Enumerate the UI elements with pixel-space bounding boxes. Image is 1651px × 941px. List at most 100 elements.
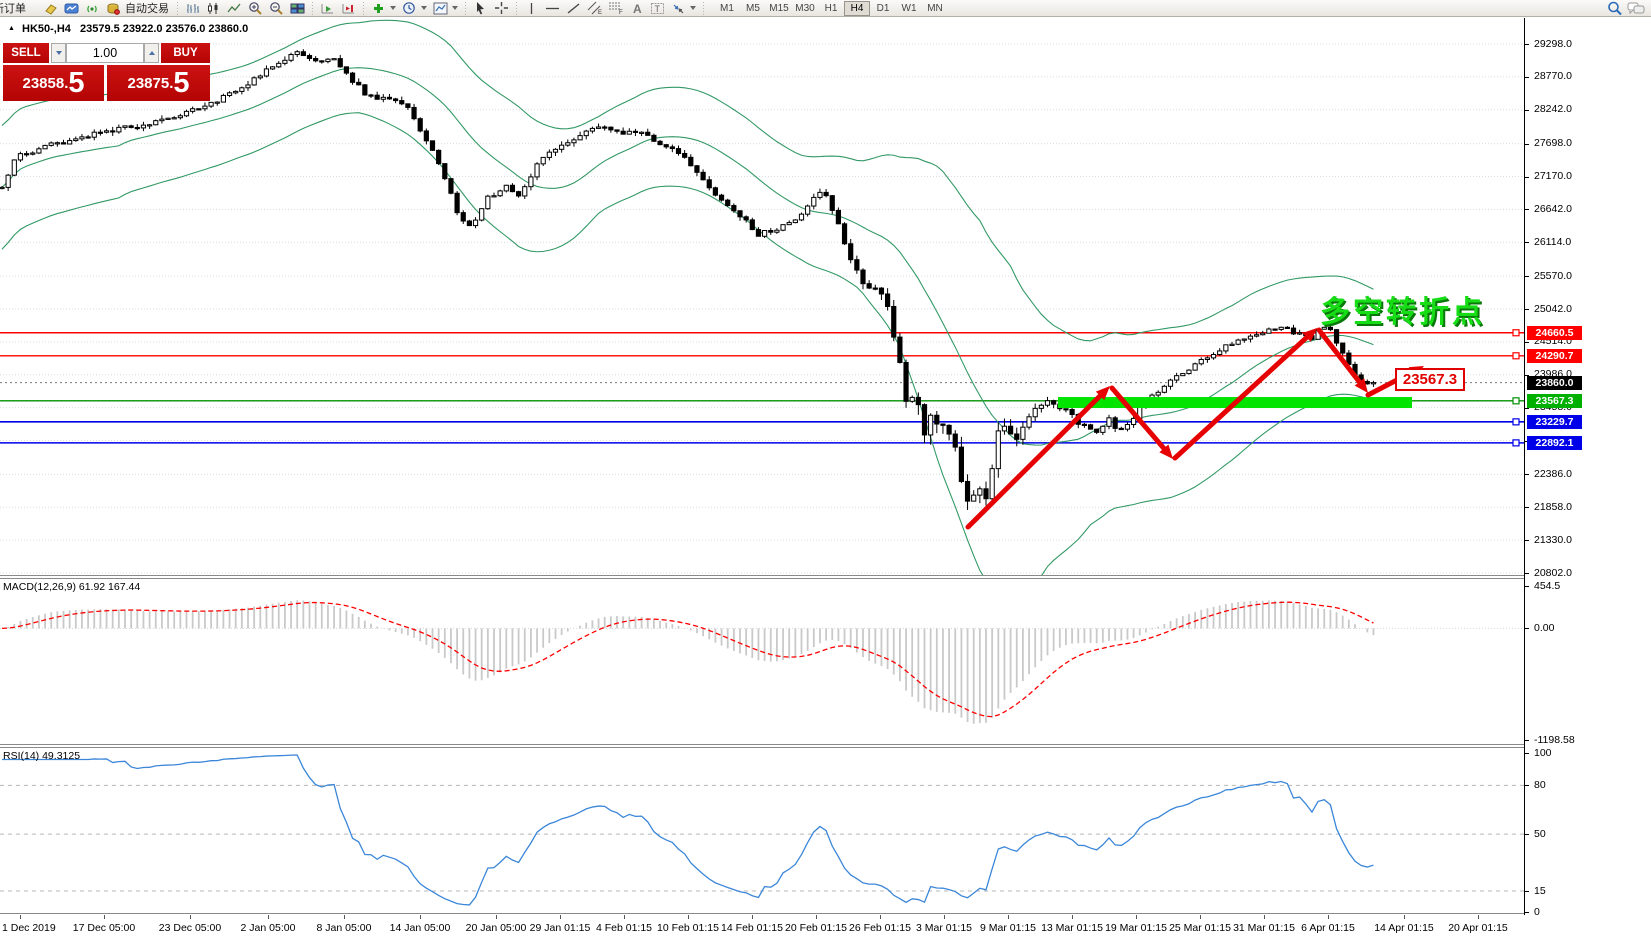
- tile-windows-icon[interactable]: [287, 0, 308, 16]
- macd-tick-label: 0.00: [1534, 622, 1554, 634]
- axis-tick-mark: [1525, 474, 1529, 475]
- chat-icon[interactable]: [1625, 0, 1646, 16]
- volume-increase-button[interactable]: [144, 43, 159, 63]
- autotrade-button[interactable]: 自动交易: [125, 0, 169, 16]
- bar-chart-icon[interactable]: [182, 0, 203, 16]
- price-tick-label: 28242.0: [1534, 103, 1572, 115]
- time-tick-label: 29 Jan 01:15: [530, 922, 591, 934]
- price-tick-label: 21330.0: [1534, 534, 1572, 546]
- text-label-icon[interactable]: T: [647, 0, 668, 16]
- axis-tick-mark: [1525, 573, 1529, 574]
- toolbar-right: [1604, 0, 1646, 16]
- buy-price-frac: 5: [173, 69, 189, 98]
- new-order-button[interactable]: 新订单: [0, 0, 40, 17]
- time-tick-mark: [420, 915, 421, 919]
- timeframe-button-m15[interactable]: M15: [766, 1, 792, 16]
- price-line-flag: 23567.3: [1527, 394, 1582, 408]
- shapes-caret-icon[interactable]: [690, 6, 696, 10]
- vertical-line-icon[interactable]: [521, 0, 542, 16]
- time-tick-mark: [104, 915, 105, 919]
- eraser-icon[interactable]: [40, 0, 61, 16]
- axis-tick-mark: [1525, 77, 1529, 78]
- svg-text:F: F: [619, 10, 623, 15]
- rsi-panel[interactable]: [0, 748, 1524, 913]
- buy-price[interactable]: 23875.5: [107, 65, 210, 101]
- chart-template-icon[interactable]: [430, 0, 451, 16]
- time-tick-label: 6 Apr 01:15: [1301, 922, 1355, 934]
- text-icon[interactable]: A: [626, 0, 647, 16]
- time-tick-mark: [190, 915, 191, 919]
- price-tick-label: 29298.0: [1534, 38, 1572, 50]
- time-tick-label: 14 Feb 01:15: [721, 922, 783, 934]
- shapes-arrows-icon[interactable]: [668, 0, 689, 16]
- axis-tick-mark: [1525, 834, 1529, 835]
- time-tick-label: 14 Apr 01:15: [1374, 922, 1434, 934]
- add-indicator-icon[interactable]: [368, 0, 389, 16]
- line-chart-icon[interactable]: [224, 0, 245, 16]
- collapse-panel-icon[interactable]: ▲: [8, 25, 15, 32]
- time-tick-label: 8 Jan 05:00: [317, 922, 372, 934]
- autotrade-icon[interactable]: [103, 0, 124, 16]
- timeframe-button-h4[interactable]: H4: [844, 1, 870, 16]
- timeframe-button-m1[interactable]: M1: [714, 1, 740, 16]
- time-tick-label: 20 Jan 05:00: [466, 922, 527, 934]
- auto-scroll-icon[interactable]: [317, 0, 338, 16]
- zoom-out-icon[interactable]: [266, 0, 287, 16]
- svg-text:E: E: [598, 10, 602, 15]
- timeframe-button-w1[interactable]: W1: [896, 1, 922, 16]
- rsi-tick-label: 15: [1534, 885, 1546, 897]
- rsi-tick-label: 100: [1534, 747, 1552, 759]
- sell-button[interactable]: SELL: [3, 43, 49, 63]
- time-tick-mark: [344, 915, 345, 919]
- timeframe-button-m5[interactable]: M5: [740, 1, 766, 16]
- crosshair-icon[interactable]: [491, 0, 512, 16]
- search-icon[interactable]: [1604, 0, 1625, 16]
- time-tick-mark: [1008, 915, 1009, 919]
- candlestick-chart-icon[interactable]: [203, 0, 224, 16]
- time-tick-label: 23 Dec 05:00: [159, 922, 221, 934]
- sell-price[interactable]: 23858.5: [3, 65, 104, 101]
- volume-decrease-button[interactable]: [51, 43, 66, 63]
- signals-icon[interactable]: [82, 0, 103, 16]
- axis-tick-mark: [1525, 110, 1529, 111]
- rsi-indicator-label: RSI(14) 49.3125: [3, 750, 80, 762]
- macd-panel[interactable]: [0, 579, 1524, 744]
- panel-splitter[interactable]: [0, 575, 1651, 579]
- zoom-in-icon[interactable]: [245, 0, 266, 16]
- timeframe-button-m30[interactable]: M30: [792, 1, 818, 16]
- axis-tick-mark: [1525, 912, 1529, 913]
- cursor-icon[interactable]: [470, 0, 491, 16]
- timeframe-button-h1[interactable]: H1: [818, 1, 844, 16]
- new-order-label: 新订单: [0, 0, 26, 16]
- time-tick-label: 14 Jan 05:00: [390, 922, 451, 934]
- period-clock-icon[interactable]: [399, 0, 420, 16]
- time-tick-mark: [560, 915, 561, 919]
- time-tick-mark: [1072, 915, 1073, 919]
- time-tick-label: 20 Feb 01:15: [785, 922, 847, 934]
- turning-point-annotation: 多空转折点: [1320, 287, 1485, 331]
- horizontal-line-icon[interactable]: [542, 0, 563, 16]
- volume-input[interactable]: 1.00: [66, 43, 144, 63]
- main-chart[interactable]: [0, 18, 1524, 575]
- time-tick-label: 1 Dec 2019: [2, 922, 56, 934]
- add-indicator-caret-icon[interactable]: [390, 6, 396, 10]
- buy-button[interactable]: BUY: [161, 43, 210, 63]
- axis-tick-mark: [1525, 540, 1529, 541]
- axis-tick-mark: [1525, 586, 1529, 587]
- axis-tick-mark: [1525, 276, 1529, 277]
- timeframe-button-d1[interactable]: D1: [870, 1, 896, 16]
- price-tick-label: 28770.0: [1534, 70, 1572, 82]
- trendline-icon[interactable]: [563, 0, 584, 16]
- period-caret-icon[interactable]: [421, 6, 427, 10]
- timeframe-button-mn[interactable]: MN: [922, 1, 948, 16]
- template-caret-icon[interactable]: [452, 6, 458, 10]
- price-axis[interactable]: 29298.028770.028242.027698.027170.026642…: [1524, 18, 1651, 915]
- fibonacci-icon[interactable]: F: [605, 0, 626, 16]
- time-axis[interactable]: 1 Dec 201917 Dec 05:0023 Dec 05:002 Jan …: [0, 915, 1524, 941]
- panel-splitter[interactable]: [0, 744, 1651, 748]
- chart-shift-icon[interactable]: [338, 0, 359, 16]
- equidistant-channel-icon[interactable]: E: [584, 0, 605, 16]
- community-icon[interactable]: [61, 0, 82, 16]
- time-tick-mark: [752, 915, 753, 919]
- axis-tick-mark: [1525, 628, 1529, 629]
